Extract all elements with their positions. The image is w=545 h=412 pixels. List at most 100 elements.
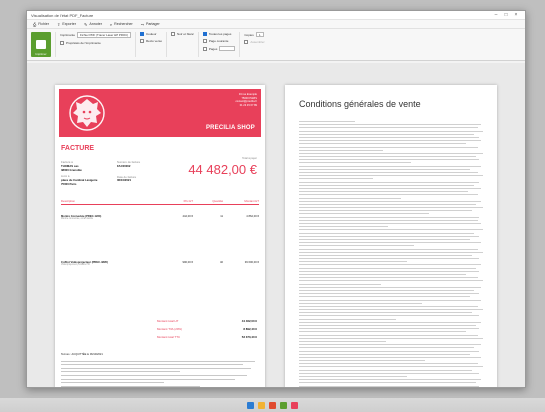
invoice-header-band: 34 rue Exemple 75000 PARIS contact@preci…	[59, 89, 261, 137]
all-pages-label: Toutes les pages	[208, 32, 232, 36]
copies-stepper[interactable]: 1	[255, 32, 264, 37]
window-title: Visualisation de l'état PDF_Facture	[31, 12, 94, 18]
title-bar: Visualisation de l'état PDF_Facture – □ …	[27, 11, 525, 20]
properties-icon	[60, 41, 64, 45]
item-amount: 39 600,00 €	[244, 261, 259, 264]
taskbar-app-icon[interactable]	[247, 401, 254, 409]
print-button[interactable]: Imprimer	[31, 32, 51, 57]
duplex-checkbox[interactable]	[140, 39, 145, 43]
page-range-radio[interactable]	[202, 46, 207, 51]
printer-label: Imprimante	[60, 33, 76, 37]
tab-label: Fichier	[38, 22, 49, 26]
total-due-amount: 44 482,00 €	[188, 162, 257, 177]
shop-phone: 01 23 45 67 89	[239, 103, 257, 107]
total-tva-label: Montant TVA (20%)	[157, 327, 182, 331]
header-price: Prix HT	[183, 198, 193, 203]
invoice-number: FAC00002	[117, 163, 131, 168]
total-ttc-value: 53 370,40 €	[241, 335, 257, 339]
shop-name: PRECILIA SHOP	[205, 125, 255, 131]
collate-checkbox[interactable]	[244, 40, 249, 44]
duplex-option[interactable]: Recto verso	[140, 39, 162, 43]
print-icon: ⎙	[33, 21, 37, 27]
app-window: Visualisation de l'état PDF_Facture – □ …	[26, 10, 526, 388]
header-description: Description	[61, 198, 75, 203]
billing-block: Facturé à THOMAS sas 38000 Grenoble Livr…	[61, 160, 97, 187]
tab-annoter[interactable]: ✎ Annoter	[84, 22, 102, 27]
conditions-page: Conditions générales de vente	[285, 85, 497, 387]
shop-contact-info: 34 rue Exemple 75000 PARIS contact@preci…	[235, 93, 257, 107]
item-subtitle: Vidéoprojecteur portable HD	[61, 264, 90, 266]
tab-fichier[interactable]: ⎙ Fichier	[33, 22, 49, 27]
duplex-option-label: Recto verso	[146, 39, 163, 43]
bw-group: Noir et blanc	[166, 32, 194, 57]
color-checkbox[interactable]	[140, 32, 145, 36]
close-icon[interactable]: ×	[511, 12, 521, 18]
client-city: 38000 Grenoble	[61, 167, 82, 172]
item-quantity: 11	[220, 215, 223, 218]
pages-group: Toutes les pages Page courante Pages	[197, 32, 236, 57]
cgv-text-block	[299, 121, 485, 387]
taskbar	[0, 398, 545, 412]
taskbar-app-icon[interactable]	[291, 401, 298, 409]
color-option-label: Couleur	[146, 32, 157, 36]
current-page-option[interactable]: Page courante	[202, 39, 236, 43]
total-ht-label: Montant total HT	[157, 319, 179, 323]
collate-option[interactable]: Assembler	[244, 40, 265, 44]
printer-group: Imprimante Fichier PDF (Tracer Laser HP …	[55, 32, 132, 57]
tab-label: Rechercher	[114, 22, 133, 26]
all-pages-option[interactable]: Toutes les pages	[202, 32, 236, 36]
item-price: 990,00 €	[182, 261, 193, 264]
page-range-label: Pages	[208, 46, 218, 51]
cgv-title: Conditions générales de vente	[299, 99, 421, 109]
taskbar-app-icon[interactable]	[280, 401, 287, 409]
document-viewer[interactable]: 34 rue Exemple 75000 PARIS contact@preci…	[27, 63, 525, 387]
search-icon: ⌕	[109, 21, 113, 27]
tab-label: Annoter	[89, 22, 102, 26]
bw-option-label: Noir et blanc	[177, 32, 194, 36]
menu-tabs: ⎙ Fichier ⇪ Exporter ✎ Annoter ⌕ Rechercher …	[27, 20, 525, 29]
bw-checkbox[interactable]	[171, 32, 176, 36]
ship-city: 75000 Paris	[61, 181, 77, 186]
maximize-icon[interactable]: □	[501, 12, 511, 18]
total-ht-value: 44 462,00 €	[241, 319, 257, 323]
item-amount: 4 862,00 €	[246, 215, 259, 218]
totals-block: Montant total HT 44 462,00 € Montant TVA …	[157, 319, 257, 343]
annotate-icon: ✎	[83, 21, 88, 27]
tab-rechercher[interactable]: ⌕ Rechercher	[110, 22, 133, 27]
page-range-option[interactable]: Pages	[202, 46, 236, 51]
items-table-header: Description Prix HT Quantité Montant HT	[61, 197, 259, 205]
printer-properties-label: Propriétés de l'imprimante	[66, 41, 101, 45]
printer-properties-link[interactable]: Propriétés de l'imprimante	[60, 41, 131, 45]
payment-terms: Termes : ACQUITTÉE le 06/10/2021	[61, 353, 103, 356]
total-tva-value: 8 892,40 €	[243, 327, 257, 331]
header-quantity: Quantité	[212, 198, 223, 203]
share-icon: ⤳	[140, 21, 144, 27]
item-quantity: 40	[220, 261, 223, 264]
bw-option[interactable]: Noir et blanc	[171, 32, 194, 36]
lion-logo-icon	[69, 95, 105, 131]
tab-label: Partager	[145, 22, 160, 26]
total-ttc-label: Montant total TTC	[157, 335, 181, 339]
tab-label: Exporter	[62, 22, 76, 26]
collate-label: Assembler	[250, 40, 265, 44]
taskbar-browser-icon[interactable]	[269, 401, 276, 409]
all-pages-radio[interactable]	[202, 32, 207, 36]
copies-group: Copies 1 Assembler	[239, 32, 265, 57]
color-option[interactable]: Couleur	[140, 32, 162, 36]
tab-exporter[interactable]: ⇪ Exporter	[57, 22, 76, 27]
minimize-icon[interactable]: –	[491, 12, 501, 18]
printer-icon	[36, 40, 46, 49]
invoice-title: FACTURE	[61, 145, 95, 152]
print-ribbon: Imprimer Imprimante Fichier PDF (Tracer …	[27, 29, 525, 61]
current-page-label: Page courante	[208, 39, 229, 43]
total-due-label: Total à payer	[242, 157, 257, 160]
export-icon: ⇪	[57, 21, 61, 27]
page-range-input[interactable]	[219, 46, 236, 51]
printer-select[interactable]: Fichier PDF (Tracer Laser HP PROC)	[77, 32, 132, 38]
taskbar-folder-icon[interactable]	[258, 401, 265, 409]
tab-partager[interactable]: ⤳ Partager	[141, 22, 160, 27]
invoice-date: 06/10/2021	[117, 178, 131, 183]
current-page-radio[interactable]	[202, 39, 207, 43]
copies-label: Copies	[244, 32, 254, 37]
legal-text-block	[61, 361, 259, 387]
